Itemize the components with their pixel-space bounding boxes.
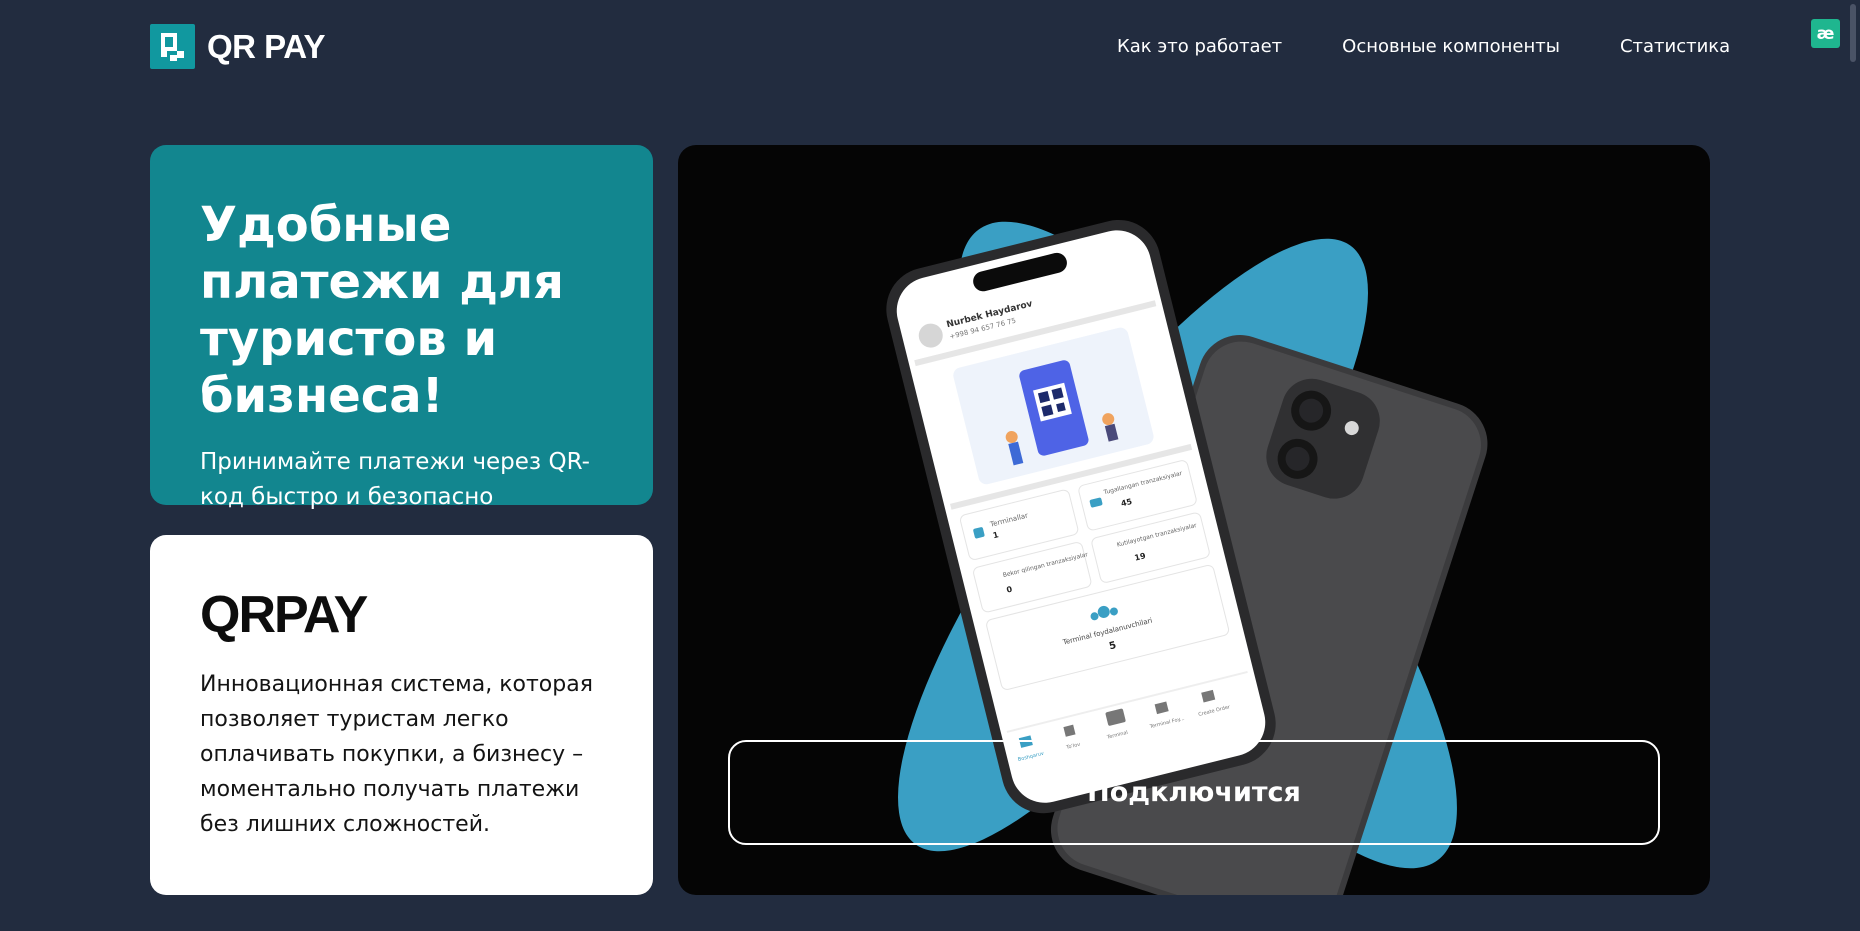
- info-card: QRPAY Инновационная система, которая поз…: [150, 535, 653, 895]
- hero-card: Удобные платежи для туристов и бизнеса! …: [150, 145, 653, 510]
- main-nav: Как это работает Основные компоненты Ста…: [1117, 36, 1730, 57]
- logo[interactable]: QR PAY: [150, 24, 326, 69]
- hero-title: Удобные платежи для туристов и бизнеса!: [200, 197, 564, 424]
- showcase-panel: Nurbek Haydarov +998 94 657 76 75 Termin…: [678, 145, 1710, 895]
- scrollbar[interactable]: [1850, 4, 1856, 62]
- extension-icon[interactable]: æ: [1811, 19, 1840, 48]
- connect-button[interactable]: Подключится: [728, 740, 1660, 845]
- info-brand: QRPAY: [200, 586, 368, 644]
- site-header: QR PAY Как это работает Основные компоне…: [0, 0, 1860, 100]
- nav-how-it-works[interactable]: Как это работает: [1117, 36, 1282, 57]
- nav-statistics[interactable]: Статистика: [1620, 36, 1730, 57]
- logo-text: QR PAY: [207, 27, 326, 65]
- nav-components[interactable]: Основные компоненты: [1342, 36, 1560, 57]
- qr-logo-icon: [150, 24, 195, 69]
- info-description: Инновационная система, которая позволяет…: [200, 672, 593, 837]
- hero-subtitle: Принимайте платежи через QR-код быстро и…: [200, 449, 590, 510]
